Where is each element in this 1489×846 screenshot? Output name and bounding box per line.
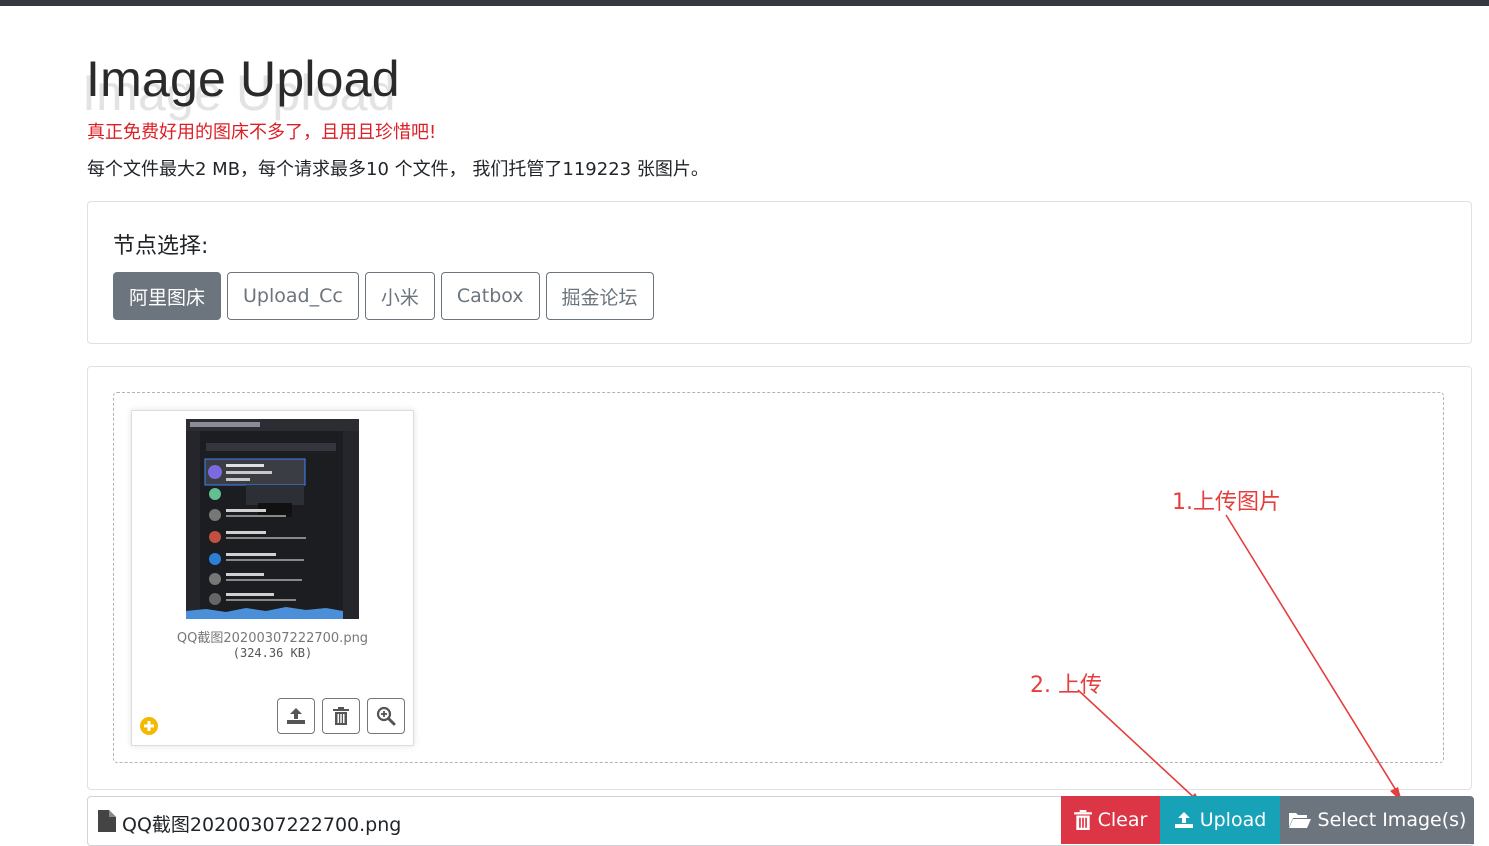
node-option-aliyun[interactable]: 阿里图床 [113, 272, 222, 320]
limits-info: 每个文件最大2 MB，每个请求最多10 个文件， 我们托管了119223 张图片… [87, 159, 709, 180]
trash-icon [333, 707, 349, 725]
zoom-in-icon [376, 706, 396, 726]
upload-icon [1174, 812, 1193, 828]
upload-icon [287, 708, 305, 724]
image-thumbnail[interactable] [186, 419, 359, 619]
file-preview-card: QQ截图20200307222700.png (324.36 KB) [131, 410, 414, 746]
node-selector-label: 节点选择: [113, 234, 209, 259]
top-bar [0, 0, 1489, 6]
thumbnail-content [186, 419, 359, 619]
upload-card: QQ截图20200307222700.png (324.36 KB) [87, 366, 1472, 790]
node-option-catbox[interactable]: Catbox [440, 272, 540, 320]
upload-button-label: Upload [1199, 809, 1267, 831]
page-title-block: Image Upload Image Upload [82, 50, 686, 121]
node-option-juejin[interactable]: 掘金论坛 [545, 272, 654, 320]
selected-file-name: QQ截图20200307222700.png [122, 814, 402, 836]
node-option-xiaomi[interactable]: 小米 [364, 272, 435, 320]
page-title: Image Upload [86, 51, 400, 107]
select-images-label: Select Image(s) [1317, 809, 1467, 831]
node-button-group: 阿里图床 Upload_Cc 小米 Catbox 掘金论坛 [113, 272, 654, 320]
file-icon [98, 810, 116, 832]
upload-button[interactable]: Upload [1160, 796, 1280, 844]
drop-zone[interactable]: QQ截图20200307222700.png (324.36 KB) [113, 392, 1444, 763]
select-images-button[interactable]: Select Image(s) [1280, 796, 1474, 844]
preview-upload-button[interactable] [277, 698, 315, 734]
preview-file-name: QQ截图20200307222700.png [176, 631, 369, 646]
drag-handle-icon[interactable] [140, 717, 158, 735]
annotation-step-1: 1.上传图片 [1172, 490, 1281, 515]
notice-text: 真正免费好用的图床不多了，且用且珍惜吧! [87, 122, 437, 143]
preview-file-size: (324.36 KB) [232, 646, 313, 660]
preview-delete-button[interactable] [322, 698, 360, 734]
trash-icon [1073, 810, 1092, 830]
annotation-step-2: 2. 上传 [1030, 673, 1102, 698]
folder-open-icon [1288, 813, 1311, 828]
node-option-upload-cc[interactable]: Upload_Cc [227, 272, 359, 320]
preview-zoom-button[interactable] [367, 698, 405, 734]
clear-button-label: Clear [1097, 809, 1148, 831]
clear-button[interactable]: Clear [1061, 796, 1160, 844]
node-selector-card: 节点选择: 阿里图床 Upload_Cc 小米 Catbox 掘金论坛 [87, 201, 1472, 344]
